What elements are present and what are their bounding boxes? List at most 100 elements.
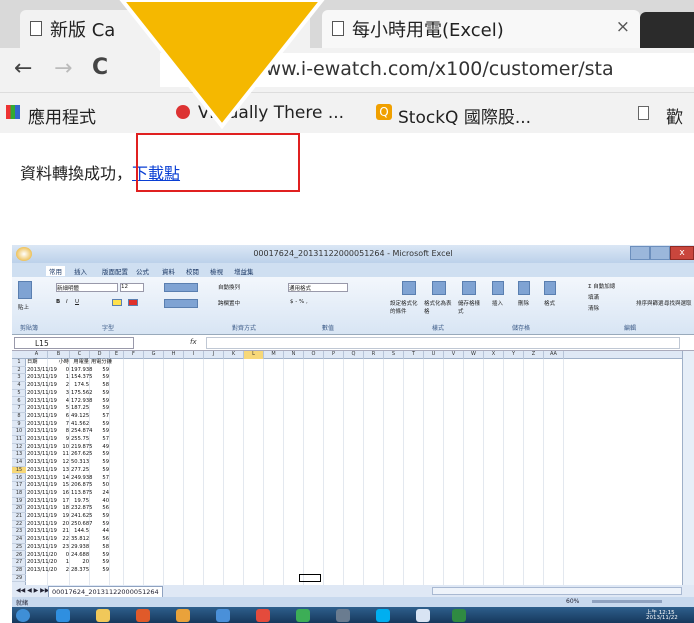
- column-header[interactable]: X: [484, 351, 504, 359]
- row-header[interactable]: 29: [12, 575, 26, 583]
- column-header[interactable]: I: [184, 351, 204, 359]
- table-cell[interactable]: 59: [91, 421, 109, 429]
- font-size-box[interactable]: 12: [120, 283, 144, 292]
- font-name-box[interactable]: 新細明體: [56, 283, 118, 292]
- table-cell[interactable]: 9: [49, 436, 69, 444]
- bold-icon[interactable]: B: [56, 299, 60, 305]
- font-color-icon[interactable]: [128, 299, 138, 306]
- row-header[interactable]: 9: [12, 421, 26, 429]
- table-cell[interactable]: 7: [49, 421, 69, 429]
- italic-icon[interactable]: I: [66, 299, 68, 305]
- table-cell[interactable]: 113.875: [71, 490, 92, 498]
- tab-home[interactable]: 常用: [46, 266, 65, 276]
- table-cell[interactable]: 58: [91, 382, 109, 390]
- fill-color-icon[interactable]: [112, 299, 122, 306]
- horizontal-scrollbar[interactable]: [432, 587, 682, 595]
- row-header[interactable]: 10: [12, 428, 26, 436]
- table-cell[interactable]: 17: [49, 498, 69, 506]
- row-header[interactable]: 21: [12, 513, 26, 521]
- table-cell[interactable]: 2013/11/19: [27, 459, 57, 467]
- table-cell[interactable]: 49: [91, 444, 109, 452]
- selected-cell[interactable]: [299, 574, 321, 582]
- wrap-text-button[interactable]: 自動換列: [218, 283, 240, 291]
- column-header[interactable]: V: [444, 351, 464, 359]
- underline-icon[interactable]: U: [75, 299, 79, 305]
- table-cell[interactable]: 50: [91, 482, 109, 490]
- column-header[interactable]: B: [48, 351, 70, 359]
- insert-icon[interactable]: [492, 281, 504, 295]
- worksheet-grid[interactable]: A B C D E F G H I J K L M N O P Q R S T U V W X Y Z AA 1 2 3 4 5 6 7 8 9 10…: [12, 351, 682, 585]
- table-cell[interactable]: 2013/11/19: [27, 475, 57, 483]
- clear-button[interactable]: 清除: [588, 304, 599, 312]
- align-center-icons[interactable]: [164, 299, 198, 308]
- table-cell[interactable]: 用電量: [71, 359, 89, 367]
- ie-icon[interactable]: [56, 609, 70, 622]
- table-cell[interactable]: 59: [91, 552, 109, 560]
- column-header[interactable]: W: [464, 351, 484, 359]
- table-cell[interactable]: 2013/11/19: [27, 405, 57, 413]
- table-cell[interactable]: 59: [91, 459, 109, 467]
- column-header[interactable]: M: [264, 351, 284, 359]
- zoom-slider[interactable]: [592, 600, 662, 603]
- row-header[interactable]: 1: [12, 359, 26, 367]
- row-header[interactable]: 3: [12, 374, 26, 383]
- number-format-box[interactable]: 通用格式: [288, 283, 348, 292]
- table-cell[interactable]: 2013/11/19: [27, 374, 57, 382]
- column-header[interactable]: AA: [544, 351, 564, 359]
- table-cell[interactable]: 2013/11/19: [27, 390, 57, 398]
- row-header[interactable]: 6: [12, 398, 26, 406]
- column-header[interactable]: A: [26, 351, 48, 359]
- row-header[interactable]: 4: [12, 382, 26, 390]
- column-header[interactable]: N: [284, 351, 304, 359]
- row-header[interactable]: 16: [12, 475, 26, 483]
- row-header[interactable]: 7: [12, 405, 26, 413]
- row-header[interactable]: 5: [12, 390, 26, 398]
- row-header[interactable]: 27: [12, 559, 26, 567]
- firefox-icon[interactable]: [176, 609, 190, 622]
- app-icon[interactable]: [216, 609, 230, 622]
- table-cell[interactable]: 1: [49, 559, 69, 567]
- table-cell[interactable]: 2013/11/19: [27, 451, 57, 459]
- table-cell[interactable]: 59: [91, 467, 109, 475]
- column-header[interactable]: Q: [344, 351, 364, 359]
- column-header[interactable]: P: [324, 351, 344, 359]
- skype-icon[interactable]: [376, 609, 390, 622]
- excel-taskbar-icon[interactable]: [452, 609, 466, 622]
- function-icon[interactable]: fx: [190, 338, 197, 346]
- close-tab-icon[interactable]: ×: [616, 17, 630, 37]
- maximize-icon[interactable]: [650, 246, 670, 260]
- table-cell[interactable]: 241.625: [71, 513, 92, 521]
- table-cell[interactable]: 49.125: [71, 413, 89, 421]
- row-header[interactable]: 8: [12, 413, 26, 421]
- find-select-button[interactable]: 尋找與選取: [664, 299, 692, 307]
- table-cell[interactable]: 172.938: [71, 398, 92, 406]
- back-icon[interactable]: ←: [14, 56, 32, 81]
- table-cell[interactable]: 254.874: [71, 428, 92, 436]
- paste-icon[interactable]: [18, 281, 32, 299]
- table-cell[interactable]: 59: [91, 405, 109, 413]
- tab-review[interactable]: 校閱: [186, 266, 199, 276]
- table-cell[interactable]: 59: [91, 559, 109, 567]
- table-cell[interactable]: 56: [91, 536, 109, 544]
- table-cell[interactable]: 41.562: [71, 421, 89, 429]
- table-cell[interactable]: 2013/11/19: [27, 505, 57, 513]
- table-cell[interactable]: 2013/11/19: [27, 413, 57, 421]
- column-header[interactable]: D: [90, 351, 110, 359]
- table-cell[interactable]: 255.75: [71, 436, 89, 444]
- row-header[interactable]: 18: [12, 490, 26, 498]
- browser-tab-2[interactable]: 每小時用電(Excel) ×: [322, 10, 640, 48]
- table-cell[interactable]: 12: [49, 459, 69, 467]
- table-cell[interactable]: 2013/11/19: [27, 490, 57, 498]
- table-cell[interactable]: 35.812: [71, 536, 89, 544]
- media-icon[interactable]: [136, 609, 150, 622]
- table-cell[interactable]: 44: [91, 528, 109, 536]
- row-header[interactable]: 20: [12, 505, 26, 513]
- table-cell[interactable]: 50.313: [71, 459, 89, 467]
- table-cell[interactable]: 19.75: [71, 498, 89, 506]
- table-cell[interactable]: 2: [49, 567, 69, 575]
- bookmark-truncated[interactable]: 歡: [666, 103, 683, 128]
- table-cell[interactable]: 59: [91, 567, 109, 575]
- tab-view[interactable]: 檢視: [210, 266, 223, 276]
- sort-filter-button[interactable]: 排序與篩選: [636, 299, 664, 307]
- row-header[interactable]: 14: [12, 459, 26, 467]
